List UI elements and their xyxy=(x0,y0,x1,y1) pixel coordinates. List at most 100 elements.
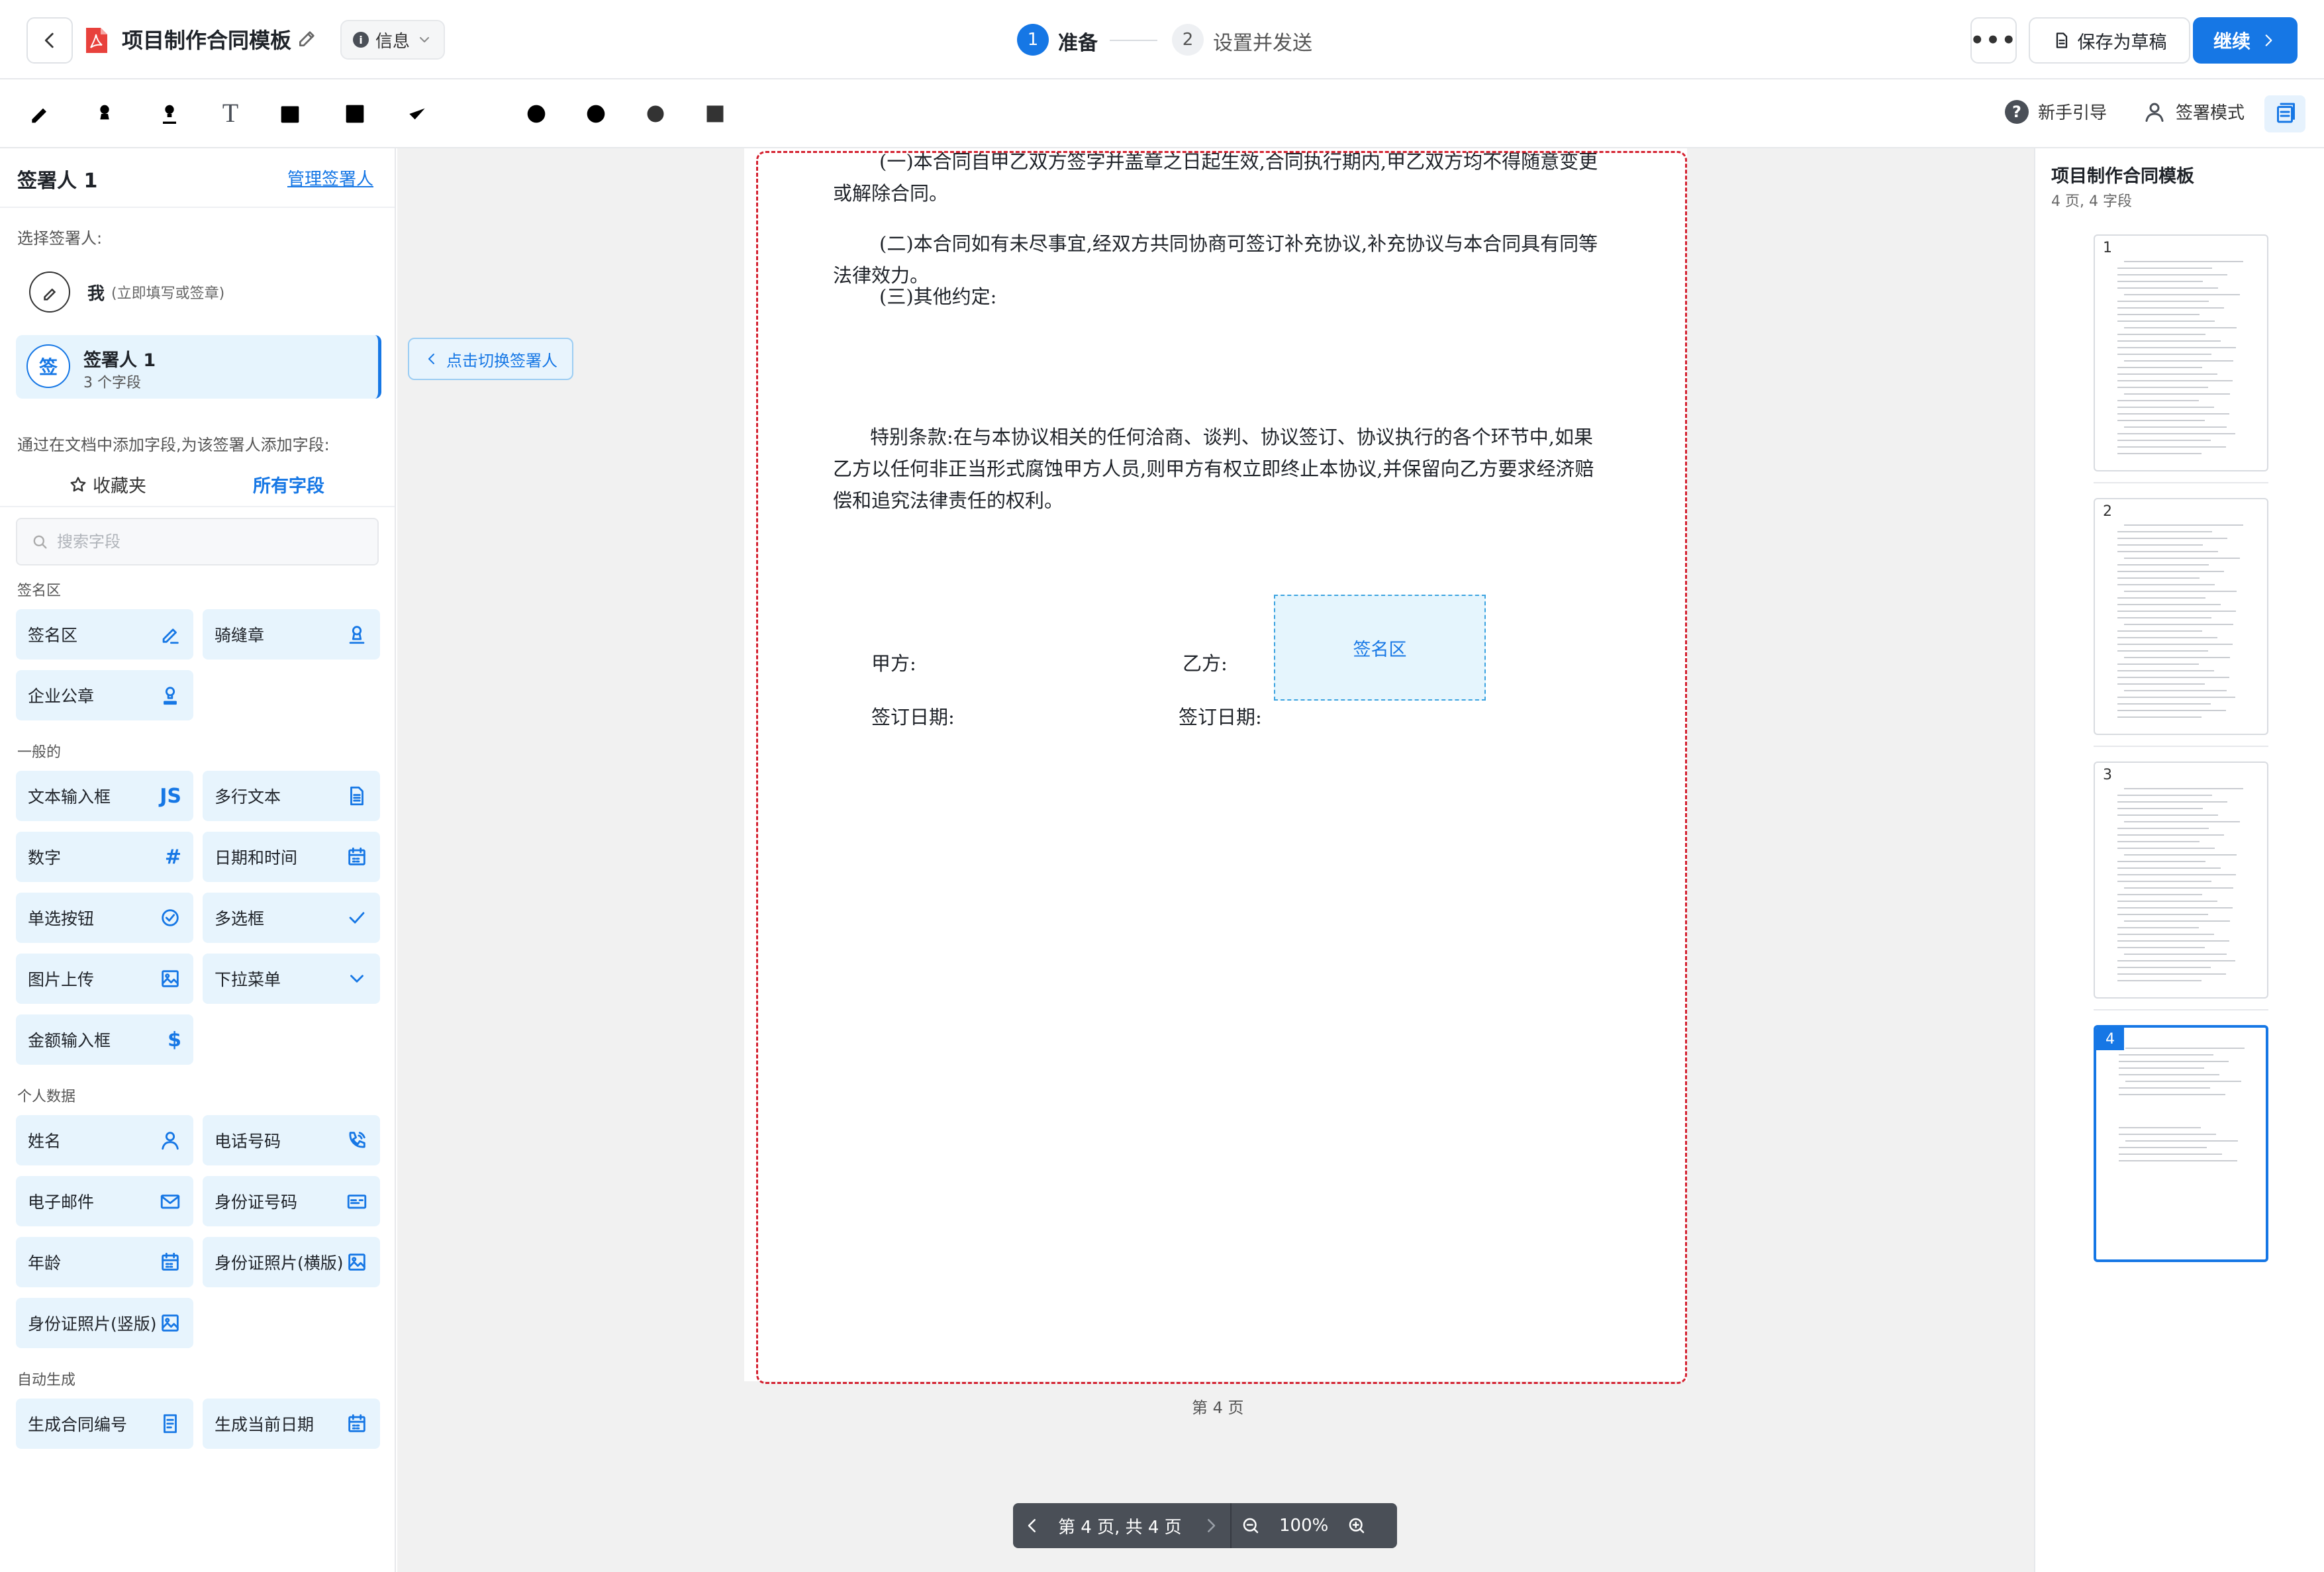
tab-favorites[interactable]: 收藏夹 xyxy=(69,471,146,497)
field-amount[interactable]: 金额输入框 $ xyxy=(16,1014,193,1065)
field-image-upload[interactable]: 图片上传 xyxy=(16,954,193,1004)
signer-mode-button[interactable]: 签署模式 xyxy=(2143,99,2245,124)
more-options-button[interactable]: ••• xyxy=(1970,17,2017,64)
signer-option-me[interactable]: 我 (立即填写或签章) xyxy=(29,271,224,313)
field-checkbox[interactable]: 多选框 xyxy=(203,893,380,943)
page-panel-toggle[interactable] xyxy=(2264,95,2305,132)
prev-page-icon[interactable] xyxy=(1022,1516,1042,1536)
thumb-line xyxy=(2117,716,2202,718)
thumb-line xyxy=(2117,314,2200,315)
guide-label: 新手引导 xyxy=(2038,103,2107,123)
cross-icon[interactable] xyxy=(462,99,491,128)
thumb-line xyxy=(2117,274,2227,275)
thumb-line xyxy=(2117,841,2200,842)
document-lines-icon xyxy=(159,1412,181,1435)
placed-signature-field[interactable]: 签名区 xyxy=(1274,595,1486,701)
thumb-line xyxy=(2117,814,2218,816)
stamp-icon[interactable] xyxy=(90,99,119,128)
paragraph: (三)其他约定: xyxy=(879,285,997,308)
pencil-icon[interactable] xyxy=(297,28,318,49)
field-text-input[interactable]: 文本输入框 JS xyxy=(16,771,193,821)
field-age[interactable]: 年龄 xyxy=(16,1237,193,1287)
step-2-label[interactable]: 设置并发送 xyxy=(1213,26,1312,56)
thumb-line xyxy=(2119,1094,2225,1095)
field-dropdown[interactable]: 下拉菜单 xyxy=(203,954,380,1004)
manage-signers-link[interactable]: 管理签署人 xyxy=(287,166,373,190)
save-draft-button[interactable]: 保存为草稿 xyxy=(2029,17,2190,64)
field-seal-across[interactable]: 骑缝章 xyxy=(203,609,380,660)
document-page[interactable] xyxy=(744,148,1687,1381)
field-date-time[interactable]: 日期和时间 xyxy=(203,832,380,882)
page-thumbnail-4[interactable]: 4 xyxy=(2094,1025,2268,1262)
document-canvas[interactable]: 点击切换签署人 (一)本合同自甲乙双方签字并盖章之日起生效,合同执行期内,甲乙双… xyxy=(397,148,2034,1572)
step-2-indicator[interactable]: 2 xyxy=(1172,24,1204,56)
thumb-line xyxy=(2117,960,2235,961)
next-page-icon[interactable] xyxy=(1201,1516,1221,1536)
page-thumbnail-2[interactable]: 2 xyxy=(2094,498,2268,735)
step-1-indicator[interactable]: 1 xyxy=(1017,24,1049,56)
party-b-date-label: 签订日期: xyxy=(1179,706,1262,728)
tab-all-fields[interactable]: 所有字段 xyxy=(253,471,324,497)
text-tool-icon[interactable]: T xyxy=(216,98,245,128)
filled-square-icon[interactable] xyxy=(701,99,730,128)
thumb-line xyxy=(2117,584,2215,585)
field-number[interactable]: 数字 # xyxy=(16,832,193,882)
check-icon[interactable] xyxy=(403,99,432,128)
field-radio[interactable]: 单选按钮 xyxy=(16,893,193,943)
page-thumbnail-3[interactable]: 3 xyxy=(2094,761,2268,999)
calendar-icon[interactable] xyxy=(275,99,305,128)
thumb-line xyxy=(2124,524,2243,526)
field-company-seal[interactable]: 企业公章 xyxy=(16,670,193,720)
zoom-out-icon[interactable] xyxy=(1241,1516,1261,1536)
thumb-line xyxy=(2119,1154,2222,1155)
back-button[interactable] xyxy=(26,17,73,64)
thumb-line xyxy=(2124,690,2227,691)
field-id-number[interactable]: 身份证号码 xyxy=(203,1176,380,1226)
thumb-line xyxy=(2117,663,2199,665)
step-1-label[interactable]: 准备 xyxy=(1058,26,1098,56)
field-signature-area[interactable]: 签名区 xyxy=(16,609,193,660)
zoom-in-icon[interactable] xyxy=(1347,1516,1367,1536)
thumb-line xyxy=(2117,453,2202,454)
field-email[interactable]: 电子邮件 xyxy=(16,1176,193,1226)
page-thumbnail-1[interactable]: 1 xyxy=(2094,234,2268,471)
thumb-line xyxy=(2117,307,2224,309)
thumb-line xyxy=(2117,934,2214,935)
field-current-date[interactable]: 生成当前日期 xyxy=(203,1399,380,1449)
choose-signer-label: 选择签署人: xyxy=(17,229,103,248)
check-circle-icon[interactable] xyxy=(522,99,551,128)
field-name[interactable]: 姓名 xyxy=(16,1115,193,1165)
tab-favorites-label: 收藏夹 xyxy=(93,476,146,497)
guide-link[interactable]: ? 新手引导 xyxy=(2005,99,2107,124)
field-label: 企业公章 xyxy=(28,687,95,706)
image-icon[interactable] xyxy=(340,99,369,128)
zoom-level: 100% xyxy=(1279,1516,1329,1536)
field-phone[interactable]: 电话号码 xyxy=(203,1115,380,1165)
thumb-line xyxy=(2117,320,2215,322)
info-dropdown[interactable]: i 信息 xyxy=(340,20,445,60)
thumb-line xyxy=(2117,881,2211,882)
filled-circle-icon[interactable] xyxy=(641,99,670,128)
field-search-input[interactable] xyxy=(57,532,348,551)
thumb-line xyxy=(2124,558,2240,559)
seal-icon[interactable] xyxy=(155,99,184,128)
signer-option-1[interactable]: 签 签署人 1 3 个字段 xyxy=(16,335,381,399)
field-id-photo-landscape[interactable]: 身份证照片(横版) xyxy=(203,1237,380,1287)
chevron-left-icon xyxy=(38,29,61,52)
signature-pen-icon[interactable] xyxy=(25,99,54,128)
field-search-box[interactable] xyxy=(16,518,379,565)
thumb-line xyxy=(2117,973,2226,975)
line-icon[interactable] xyxy=(760,99,789,128)
field-contract-number[interactable]: 生成合同编号 xyxy=(16,1399,193,1449)
thumb-line xyxy=(2117,861,2205,862)
field-label: 姓名 xyxy=(28,1132,62,1151)
cross-circle-icon[interactable] xyxy=(581,99,610,128)
page-thumbnails-panel: 项目制作合同模板 4 页, 4 字段 1 2 3 4 xyxy=(2034,148,2324,1572)
continue-button[interactable]: 继续 xyxy=(2193,17,2298,64)
image-icon xyxy=(346,1251,368,1273)
thumb-line xyxy=(2124,261,2243,262)
field-id-photo-portrait[interactable]: 身份证照片(竖版) xyxy=(16,1298,193,1348)
switch-signer-tooltip[interactable]: 点击切换签署人 xyxy=(408,338,573,380)
thumb-line xyxy=(2125,1140,2238,1142)
field-multiline-text[interactable]: 多行文本 xyxy=(203,771,380,821)
